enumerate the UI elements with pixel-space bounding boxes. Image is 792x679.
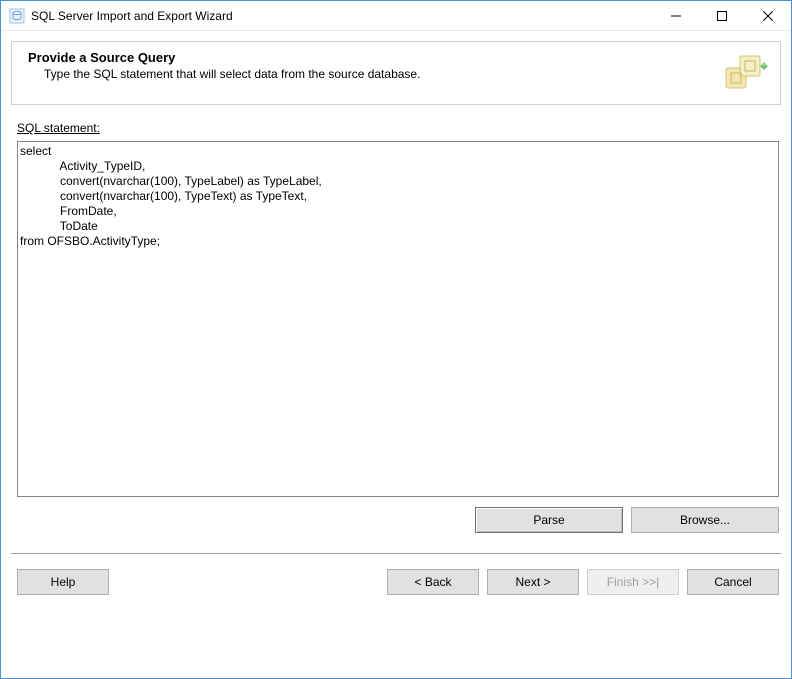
back-button[interactable]: < Back [387, 569, 479, 595]
browse-button[interactable]: Browse... [631, 507, 779, 533]
next-button[interactable]: Next > [487, 569, 579, 595]
wizard-header: Provide a Source Query Type the SQL stat… [11, 41, 781, 105]
window-title: SQL Server Import and Export Wizard [31, 9, 233, 23]
window-controls [653, 1, 791, 30]
app-icon [9, 8, 25, 24]
maximize-button[interactable] [699, 1, 745, 30]
sql-statement-label: SQL statement: [17, 121, 100, 135]
parse-button[interactable]: Parse [475, 507, 623, 533]
cancel-button[interactable]: Cancel [687, 569, 779, 595]
page-heading: Provide a Source Query [28, 50, 712, 65]
close-button[interactable] [745, 1, 791, 30]
sql-statement-container [17, 141, 779, 497]
help-button[interactable]: Help [17, 569, 109, 595]
titlebar: SQL Server Import and Export Wizard [1, 1, 791, 31]
footer: Help < Back Next > Finish >>| Cancel [1, 555, 791, 607]
content-area: SQL statement: Parse Browse... [1, 105, 791, 541]
sql-statement-input[interactable] [18, 142, 778, 496]
finish-button[interactable]: Finish >>| [587, 569, 679, 595]
minimize-button[interactable] [653, 1, 699, 30]
data-transform-icon [720, 50, 768, 98]
page-subheading: Type the SQL statement that will select … [44, 67, 712, 81]
